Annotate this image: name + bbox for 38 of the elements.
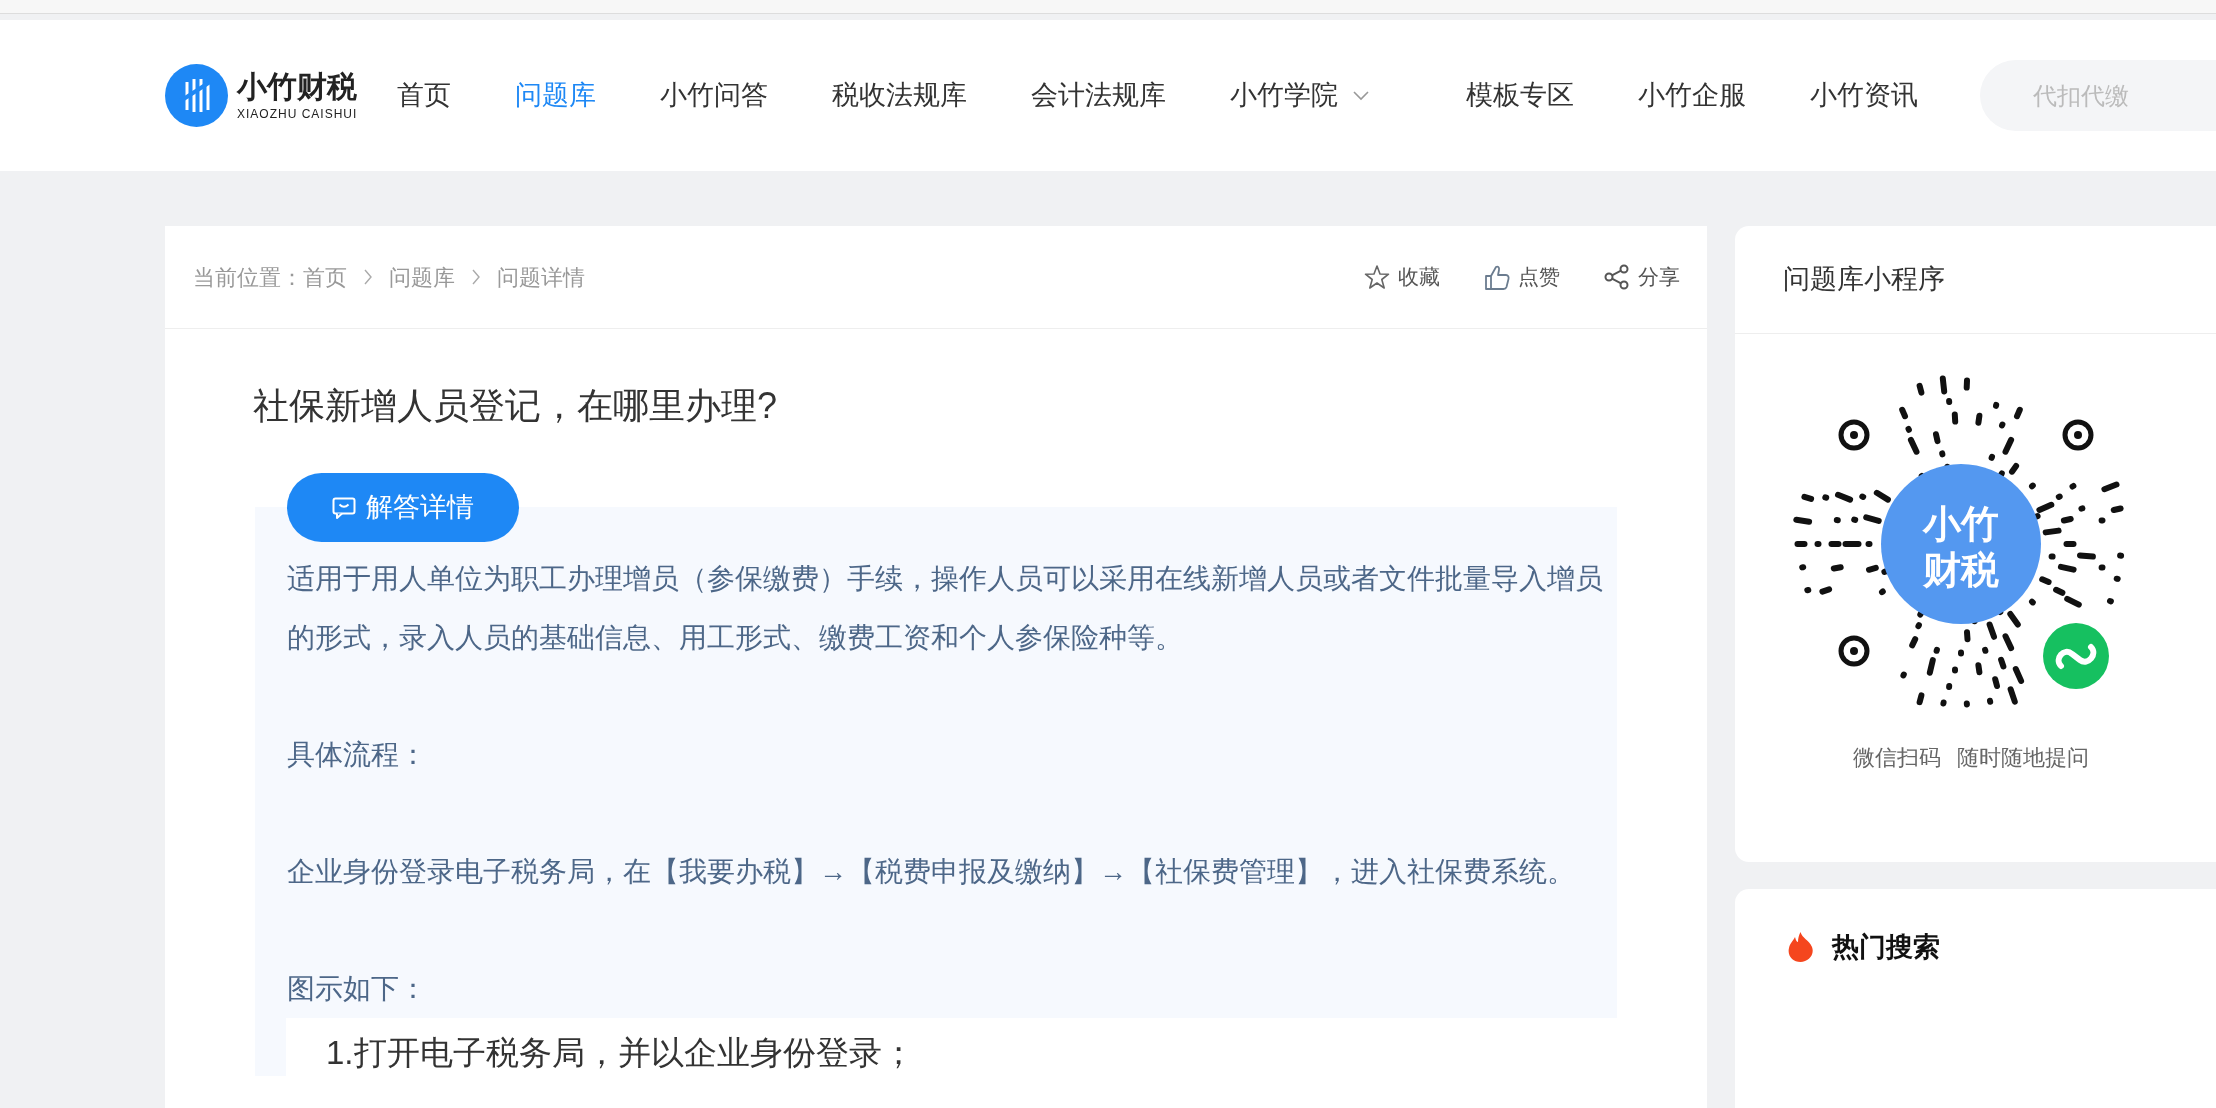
nav-link[interactable]: 小竹学院 [1230, 75, 1371, 116]
answer-paragraph: 图示如下： [287, 972, 428, 1007]
favorite-button[interactable]: 收藏 [1364, 261, 1440, 293]
share-icon [1604, 263, 1630, 291]
logo-subtitle: XIAOZHU CAISHUI [237, 107, 358, 120]
mini-program-icon [2042, 623, 2109, 689]
qr-logo-text: 小竹 财税 [1922, 503, 1999, 591]
chevron-icon [471, 268, 481, 286]
nav-link[interactable]: 模板专区 [1466, 75, 1575, 116]
logo-text[interactable]: 小竹财税 [237, 71, 358, 102]
thumbs-up-icon [1484, 263, 1510, 291]
step-text: 1.打开电子税务局，并以企业身份登录； [326, 1033, 916, 1074]
nav-link[interactable]: 会计法规库 [1031, 75, 1167, 116]
nav-link[interactable]: 税收法规库 [832, 75, 968, 116]
breadcrumb-label: 当前位置： [193, 263, 303, 292]
caption-text: 随时随地提问 [1956, 744, 2089, 772]
section-title: 热门搜索 [1832, 931, 1940, 964]
like-button[interactable]: 点赞 [1484, 261, 1560, 293]
answer-paragraph: 企业身份登录电子税务局，在【我要办税】→【税费申报及缴纳】→【社保费管理】，进入社保费系统。 [287, 855, 1576, 890]
share-button[interactable]: 分享 [1604, 261, 1680, 293]
card-title: 问题库小程序 [1735, 226, 2216, 334]
caption-text: 微信扫码 [1852, 744, 1941, 772]
nav-link[interactable]: 小竹企服 [1638, 75, 1747, 116]
answer-paragraph: 具体流程： [287, 738, 428, 773]
nav-link[interactable]: 问题库 [515, 75, 597, 116]
chevron-icon [363, 268, 373, 286]
search-field[interactable]: 代扣代缴 [1980, 60, 2216, 131]
nav-link[interactable]: 小竹问答 [660, 75, 769, 116]
question-title: 社保新增人员登记，在哪里办理? [253, 384, 779, 428]
answer-paragraph: 适用于用人单位为职工办理增员（参保缴费）手续，操作人员可以采用在线新增人员或者文件批量导入增员的形式，录入人员的基础信息、用工形式、缴费工资和个人参保险种等。 [287, 562, 1604, 656]
nav-link[interactable]: 首页 [397, 75, 452, 116]
caret-icon[interactable] [1352, 90, 1371, 101]
flame-icon [1787, 931, 1814, 964]
star-icon [1364, 263, 1390, 291]
nav-link[interactable]: 小竹资讯 [1810, 75, 1919, 116]
logo-icon[interactable] [165, 64, 228, 127]
answer-details-tab[interactable]: 解答详情 [287, 473, 519, 543]
chat-icon [332, 496, 356, 519]
